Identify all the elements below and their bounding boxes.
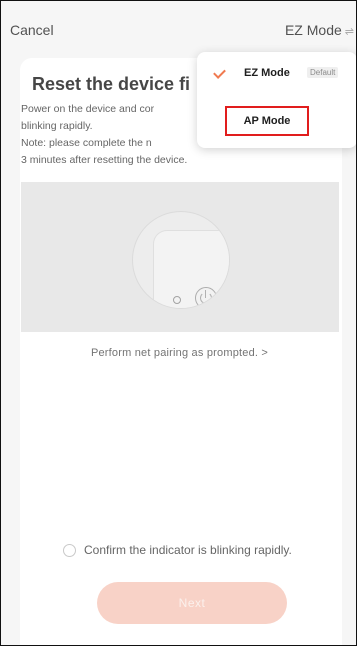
app-screen: Cancel EZ Mode ⇌ Reset the device fi Powe… [0,0,357,646]
check-icon [213,66,226,79]
menu-item-ap-mode[interactable]: AP Mode [225,106,309,136]
menu-item-ez-mode[interactable]: EZ Mode Default [197,64,356,92]
ez-mode-label: EZ Mode [244,67,290,79]
mode-dropdown-menu: EZ Mode Default AP Mode [197,52,356,148]
default-badge: Default [307,67,339,78]
ap-mode-label: AP Mode [243,115,291,127]
